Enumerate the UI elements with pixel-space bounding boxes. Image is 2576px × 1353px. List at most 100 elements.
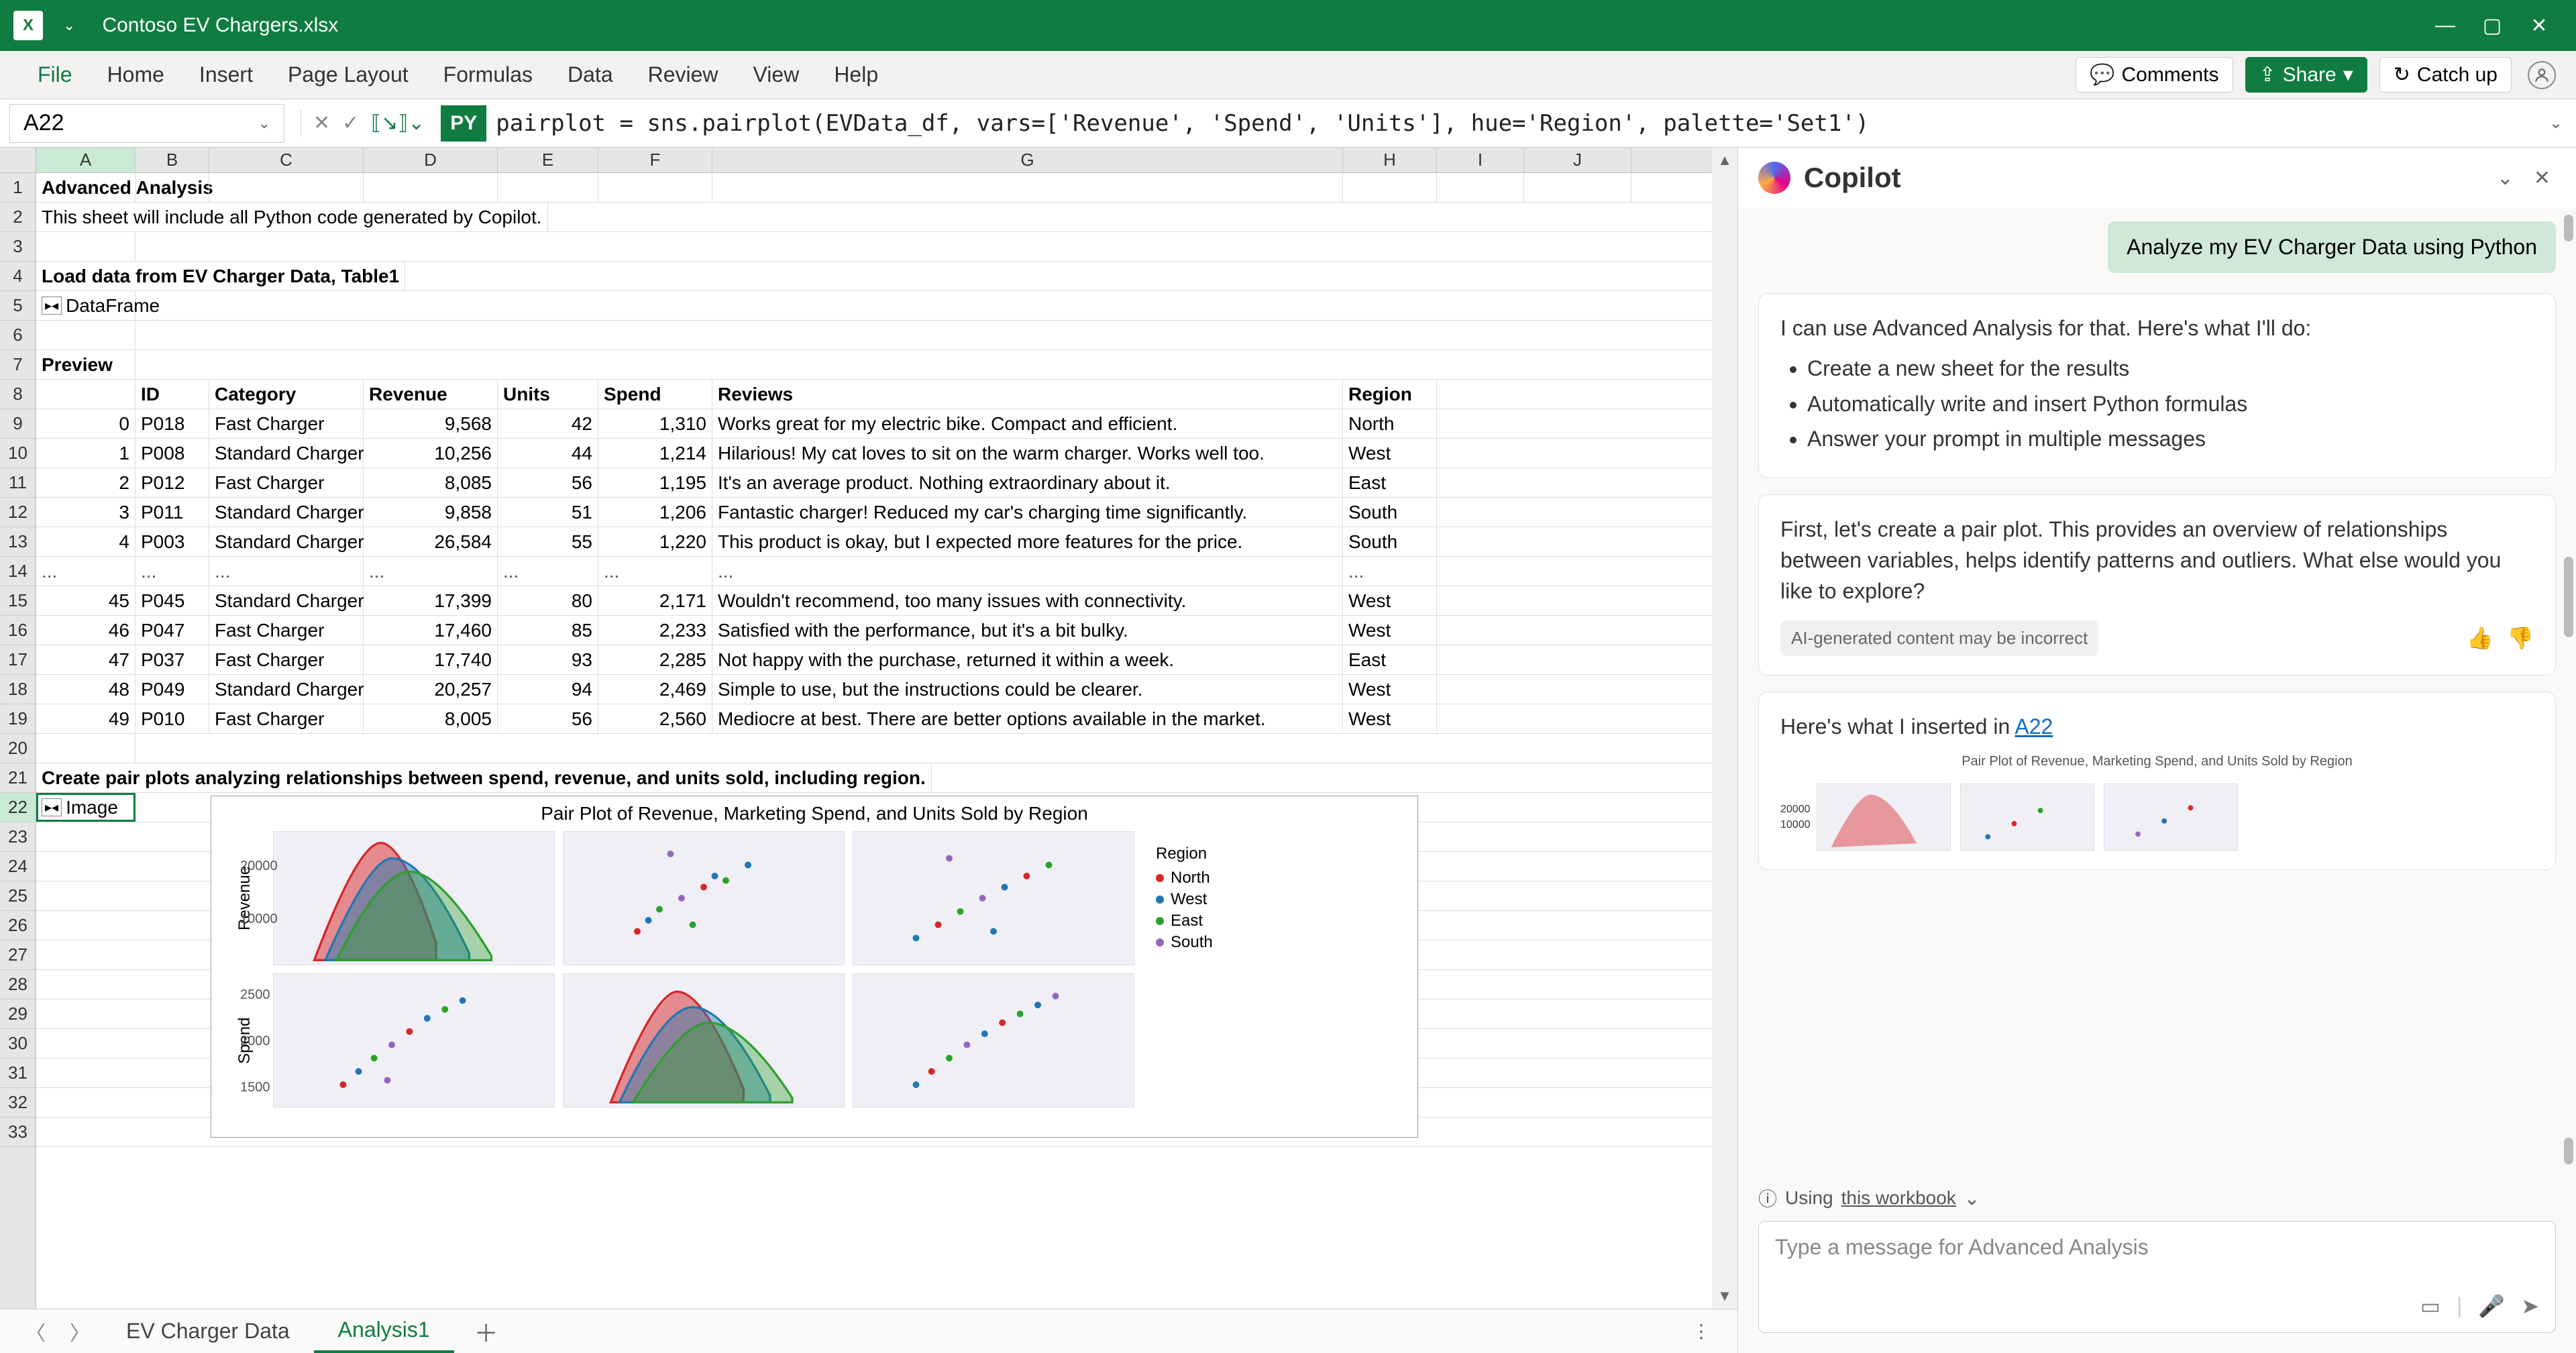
row-header[interactable]: 27 — [0, 940, 36, 970]
row-header[interactable]: 20 — [0, 734, 36, 763]
sheet-menu-icon[interactable]: ⋮ — [1678, 1320, 1724, 1342]
row-header[interactable]: 4 — [0, 262, 36, 291]
copilot-scrollbar[interactable] — [2561, 208, 2573, 1171]
catch-up-button[interactable]: ↻Catch up — [2379, 57, 2512, 93]
row-header[interactable]: 7 — [0, 350, 36, 380]
thumbs-up-icon[interactable]: 👍 — [2467, 623, 2493, 653]
comments-button[interactable]: 💬Comments — [2076, 57, 2233, 93]
send-icon[interactable]: ➤ — [2521, 1293, 2539, 1319]
tab-formulas[interactable]: Formulas — [426, 52, 550, 98]
row-header[interactable]: 28 — [0, 970, 36, 999]
table-header[interactable]: Units — [498, 380, 598, 409]
tab-view[interactable]: View — [736, 52, 817, 98]
excel-app-icon[interactable]: X — [13, 11, 43, 40]
formula-text[interactable]: pairplot = sns.pairplot(EVData_df, vars=… — [496, 110, 2549, 137]
chevron-down-icon[interactable]: ⌄ — [2491, 161, 2519, 195]
col-header[interactable]: C — [209, 148, 364, 172]
row-header[interactable]: 23 — [0, 822, 36, 852]
table-header[interactable]: Spend — [598, 380, 712, 409]
expand-formula-icon[interactable]: ⌄ — [2549, 113, 2563, 133]
chevron-down-icon[interactable]: ⌄ — [258, 115, 270, 132]
vertical-scrollbar[interactable]: ▲ ▼ — [1712, 148, 1737, 1309]
select-all-corner[interactable] — [0, 148, 36, 173]
row-header[interactable]: 18 — [0, 675, 36, 704]
row-header[interactable]: 16 — [0, 616, 36, 645]
cancel-formula-icon[interactable]: ✕ — [313, 111, 330, 135]
col-header[interactable]: D — [364, 148, 498, 172]
cell[interactable]: Create pair plots analyzing relationship… — [36, 763, 932, 792]
share-button[interactable]: ⇪Share▾ — [2245, 57, 2367, 93]
row-header[interactable]: 1 — [0, 173, 36, 203]
row-header[interactable]: 9 — [0, 409, 36, 439]
row-header[interactable]: 31 — [0, 1059, 36, 1088]
row-header[interactable]: 33 — [0, 1118, 36, 1147]
table-header[interactable]: Revenue — [364, 380, 498, 409]
cell[interactable]: This sheet will include all Python code … — [36, 203, 548, 231]
col-header[interactable]: B — [136, 148, 209, 172]
row-header[interactable]: 21 — [0, 763, 36, 793]
row-header[interactable]: 5 — [0, 291, 36, 321]
col-header[interactable]: G — [712, 148, 1343, 172]
close-copilot-button[interactable]: ✕ — [2528, 161, 2556, 195]
row-header[interactable]: 30 — [0, 1029, 36, 1059]
row-header[interactable]: 26 — [0, 911, 36, 940]
qat-dropdown-icon[interactable]: ⌄ — [63, 17, 75, 34]
row-header[interactable]: 25 — [0, 881, 36, 911]
add-sheet-button[interactable]: ＋ — [454, 1314, 519, 1349]
scroll-down-icon[interactable]: ▼ — [1712, 1283, 1737, 1309]
cell-image-selected[interactable]: ▸◂Image — [36, 793, 136, 822]
row-header[interactable]: 22 — [0, 793, 36, 822]
copilot-input[interactable]: Type a message for Advanced Analysis ▭ |… — [1758, 1221, 2556, 1333]
minimize-button[interactable]: — — [2422, 9, 2469, 42]
close-button[interactable]: ✕ — [2516, 9, 2563, 42]
row-header[interactable]: 2 — [0, 203, 36, 232]
row-header[interactable]: 3 — [0, 232, 36, 262]
col-header[interactable]: J — [1524, 148, 1631, 172]
scroll-up-icon[interactable]: ▲ — [1712, 148, 1737, 173]
prev-sheet-icon[interactable]: 〈 — [13, 1317, 58, 1346]
tab-review[interactable]: Review — [631, 52, 736, 98]
tab-page-layout[interactable]: Page Layout — [270, 52, 426, 98]
name-box[interactable]: A22⌄ — [9, 104, 284, 143]
row-header[interactable]: 14 — [0, 557, 36, 586]
row-header[interactable]: 17 — [0, 645, 36, 675]
pairplot-chart[interactable]: Pair Plot of Revenue, Marketing Spend, a… — [211, 796, 1418, 1138]
python-dropdown-icon[interactable]: ⟦↘⟧⌄ — [371, 111, 425, 135]
tab-insert[interactable]: Insert — [182, 52, 270, 98]
table-header[interactable]: ID — [136, 380, 209, 409]
row-header[interactable]: 32 — [0, 1088, 36, 1118]
col-header[interactable]: A — [36, 148, 136, 172]
row-header[interactable]: 10 — [0, 439, 36, 468]
cell-dataframe[interactable]: ▸◂DataFrame — [36, 291, 136, 320]
mic-icon[interactable]: 🎤 — [2478, 1293, 2505, 1319]
sheet-tab-evdata[interactable]: EV Charger Data — [102, 1311, 314, 1352]
col-header[interactable]: H — [1343, 148, 1437, 172]
table-header[interactable]: Category — [209, 380, 364, 409]
thumbs-down-icon[interactable]: 👎 — [2507, 623, 2534, 653]
table-header[interactable]: Reviews — [712, 380, 1343, 409]
filename[interactable]: Contoso EV Chargers.xlsx — [102, 14, 338, 37]
tab-home[interactable]: Home — [90, 52, 182, 98]
row-header[interactable]: 19 — [0, 704, 36, 734]
profile-button[interactable] — [2528, 61, 2556, 89]
accept-formula-icon[interactable]: ✓ — [342, 111, 359, 135]
col-header[interactable]: I — [1437, 148, 1524, 172]
copilot-source[interactable]: ⓘ Using this workbook ⌄ — [1758, 1185, 2556, 1211]
row-header[interactable]: 15 — [0, 586, 36, 616]
row-header[interactable]: 6 — [0, 321, 36, 350]
row-header[interactable]: 8 — [0, 380, 36, 409]
row-header[interactable]: 13 — [0, 527, 36, 557]
attach-icon[interactable]: ▭ — [2420, 1293, 2440, 1319]
maximize-button[interactable]: ▢ — [2469, 9, 2516, 42]
sheet-tab-analysis1[interactable]: Analysis1 — [314, 1309, 454, 1353]
tab-data[interactable]: Data — [550, 52, 631, 98]
table-header[interactable]: Region — [1343, 380, 1437, 409]
col-header[interactable]: F — [598, 148, 712, 172]
next-sheet-icon[interactable]: 〉 — [58, 1317, 102, 1346]
cell[interactable]: Advanced Analysis — [36, 173, 136, 202]
cell[interactable]: Preview — [36, 350, 136, 379]
cell-link[interactable]: A22 — [2015, 714, 2053, 739]
row-header[interactable]: 24 — [0, 852, 36, 881]
tab-file[interactable]: File — [20, 52, 90, 98]
row-header[interactable]: 29 — [0, 999, 36, 1029]
